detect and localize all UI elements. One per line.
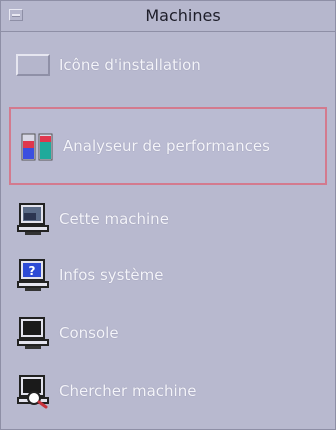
performance-meter-icon <box>17 126 57 166</box>
item-label: Console <box>59 324 119 342</box>
window-menu-button[interactable] <box>9 9 23 21</box>
item-find-machine[interactable]: Chercher machine <box>13 369 325 413</box>
machines-panel: Machines Icône d'installation Analyseur … <box>0 0 336 430</box>
item-performance-analyzer[interactable]: Analyseur de performances <box>9 107 327 185</box>
title-bar: Machines <box>1 1 335 32</box>
item-install-icon[interactable]: Icône d'installation <box>13 43 325 87</box>
item-console[interactable]: Console <box>13 311 325 355</box>
install-drop-icon <box>13 45 53 85</box>
item-label: Cette machine <box>59 210 169 228</box>
console-icon <box>13 313 53 353</box>
item-label: Infos système <box>59 266 164 284</box>
computer-icon <box>13 199 53 239</box>
item-label: Analyseur de performances <box>63 137 270 155</box>
find-machine-icon <box>13 371 53 411</box>
panel-title: Machines <box>145 6 221 25</box>
system-info-icon: ? <box>13 255 53 295</box>
item-label: Chercher machine <box>59 382 197 400</box>
item-system-info[interactable]: ? Infos système <box>13 253 325 297</box>
item-label: Icône d'installation <box>59 56 201 74</box>
item-this-machine[interactable]: Cette machine <box>13 197 325 241</box>
menu-dash-icon <box>12 14 20 17</box>
svg-text:?: ? <box>29 264 36 278</box>
